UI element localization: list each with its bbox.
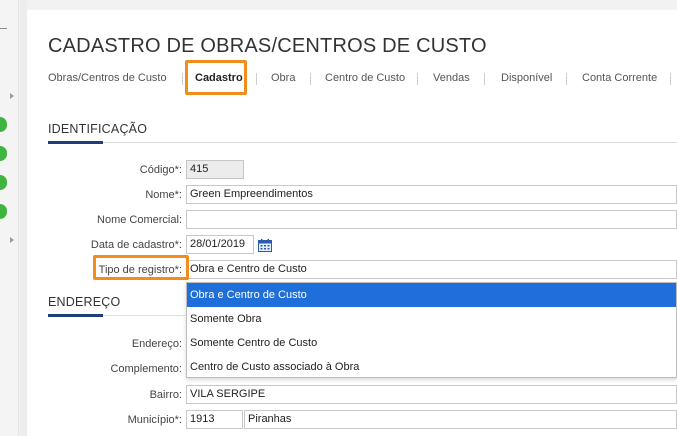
codigo-label: Código*: bbox=[139, 164, 182, 176]
section-accent-bar bbox=[48, 141, 103, 144]
tab-separator bbox=[417, 73, 418, 85]
tab-conta-corrente[interactable]: Conta Corrente bbox=[582, 72, 657, 84]
dropdown-option-somente-centro-de-custo[interactable]: Somente Centro de Custo bbox=[187, 331, 676, 355]
section-title-identificacao: IDENTIFICAÇÃO bbox=[48, 122, 148, 136]
left-sidebar bbox=[0, 0, 19, 436]
tab-obras-centros-de-custo[interactable]: Obras/Centros de Custo bbox=[48, 72, 167, 84]
tab-centro-de-custo[interactable]: Centro de Custo bbox=[325, 72, 405, 84]
highlight-tipo-registro bbox=[93, 255, 189, 280]
tab-separator bbox=[670, 73, 671, 85]
data-cadastro-label: Data de cadastro*: bbox=[90, 239, 182, 251]
data-cadastro-field[interactable]: 28/01/2019 bbox=[186, 235, 254, 254]
status-dot-icon[interactable] bbox=[0, 146, 7, 161]
tipo-registro-dropdown: Obra e Centro de Custo Somente Obra Some… bbox=[186, 282, 677, 378]
tab-separator bbox=[566, 73, 567, 85]
dropdown-option-obra-e-centro-de-custo[interactable]: Obra e Centro de Custo bbox=[187, 283, 676, 307]
section-divider bbox=[48, 142, 677, 143]
highlight-cadastro-tab bbox=[185, 60, 247, 95]
chevron-right-icon[interactable] bbox=[10, 93, 14, 99]
dropdown-option-somente-obra[interactable]: Somente Obra bbox=[187, 307, 676, 331]
endereco-label: Endereço: bbox=[131, 338, 182, 350]
page-title: CADASTRO DE OBRAS/CENTROS DE CUSTO bbox=[48, 35, 487, 57]
calendar-icon[interactable] bbox=[258, 239, 272, 252]
bairro-label: Bairro: bbox=[149, 389, 182, 401]
bairro-field[interactable]: VILA SERGIPE bbox=[186, 385, 677, 404]
chevron-right-icon[interactable] bbox=[10, 237, 14, 243]
tab-separator bbox=[484, 73, 485, 85]
screen: CADASTRO DE OBRAS/CENTROS DE CUSTO Obras… bbox=[0, 0, 677, 436]
tab-separator bbox=[256, 73, 257, 85]
municipio-code-field[interactable]: 1913 bbox=[186, 410, 243, 429]
status-dot-icon[interactable] bbox=[0, 204, 7, 219]
status-dot-icon[interactable] bbox=[0, 175, 7, 190]
tipo-registro-select[interactable]: Obra e Centro de Custo bbox=[186, 260, 677, 279]
codigo-field: 415 bbox=[186, 160, 244, 179]
tab-vendas[interactable]: Vendas bbox=[433, 72, 470, 84]
municipio-label: Município*: bbox=[127, 414, 182, 426]
nome-label: Nome*: bbox=[145, 189, 182, 201]
nome-comercial-label: Nome Comercial: bbox=[97, 214, 182, 226]
dropdown-option-centro-de-custo-associado-a-obra[interactable]: Centro de Custo associado à Obra bbox=[187, 355, 676, 379]
main-panel: CADASTRO DE OBRAS/CENTROS DE CUSTO Obras… bbox=[27, 10, 677, 436]
complemento-label: Complemento: bbox=[110, 363, 182, 375]
tab-obra[interactable]: Obra bbox=[271, 72, 295, 84]
sidebar-gap bbox=[20, 0, 27, 436]
tab-separator bbox=[182, 73, 183, 85]
status-dot-icon[interactable] bbox=[0, 117, 7, 132]
nome-comercial-field[interactable] bbox=[186, 210, 677, 229]
section-accent-bar bbox=[48, 314, 103, 317]
tab-separator bbox=[310, 73, 311, 85]
nome-field[interactable]: Green Empreendimentos bbox=[186, 185, 677, 204]
collapse-line-icon[interactable] bbox=[0, 28, 7, 29]
section-title-endereco: ENDEREÇO bbox=[48, 295, 121, 309]
municipio-name-field[interactable]: Piranhas bbox=[244, 410, 677, 429]
tab-disponivel[interactable]: Disponível bbox=[501, 72, 552, 84]
